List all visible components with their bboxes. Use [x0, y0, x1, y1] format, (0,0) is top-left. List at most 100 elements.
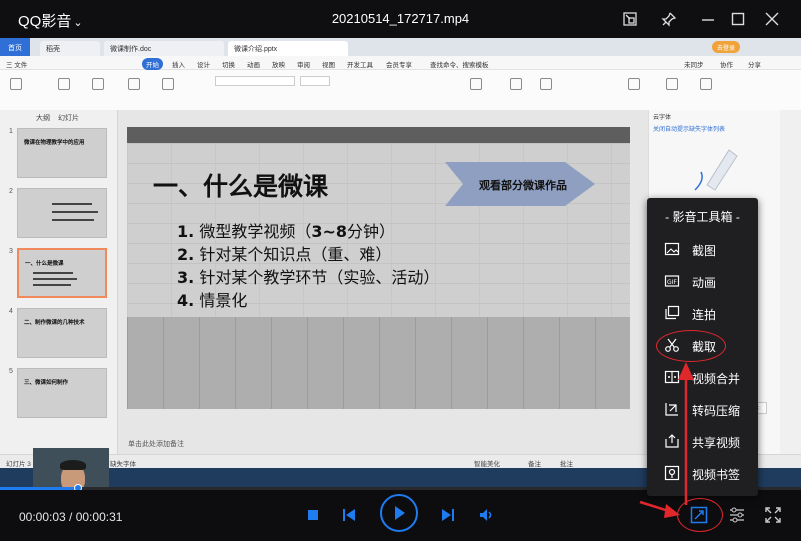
pen-illustration-icon	[694, 149, 738, 191]
select-icon	[700, 78, 712, 90]
wps-menu-item: 三 文件	[6, 62, 28, 69]
wps-menu-item: 视图	[322, 62, 335, 69]
play-button[interactable]	[380, 494, 418, 532]
slide-thumbnail-selected: 一、什么是微课	[17, 248, 107, 298]
picture-icon	[540, 78, 552, 90]
previous-icon	[343, 509, 355, 521]
status-notes: 备注	[528, 461, 541, 468]
slide-thumbnail: 二、制作微课的几种技术	[17, 308, 107, 358]
webcam-overlay	[33, 448, 109, 490]
slide-thumbnail-pane: 大纲 幻灯片 1 微课在物理教学中的应用 2 3 一、什么是微课 4 二、制作微…	[0, 110, 118, 462]
status-slide-number: 幻灯片 3	[6, 461, 31, 468]
wps-menu-item: 协作	[720, 62, 733, 69]
wps-menu-item: 设计	[197, 62, 210, 69]
qq-player-window: QQ影音 ⌄ 20210514_172717.mp4 首页 稻壳 微课制作.doc…	[0, 0, 801, 541]
slide-bullet-list: 1. 微型教学视频（3~8分钟） 2. 针对某个知识点（重、难） 3. 针对某个…	[177, 220, 439, 312]
mini-mode-icon	[623, 12, 637, 26]
wps-menu-item: 开发工具	[347, 62, 373, 69]
volume-button[interactable]	[477, 506, 495, 524]
time-display: 00:00:03 / 00:00:31	[19, 510, 123, 524]
wps-tab-docer: 稻壳	[40, 41, 100, 56]
fullscreen-icon	[765, 507, 781, 523]
mini-mode-button[interactable]	[620, 9, 640, 29]
previous-button[interactable]	[341, 507, 357, 523]
maximize-button[interactable]	[728, 9, 748, 29]
close-icon	[765, 12, 779, 26]
wps-menu-item: 插入	[172, 62, 185, 69]
wps-menu-item: 切换	[222, 62, 235, 69]
wps-tab-pptx: 微课介绍.pptx	[228, 41, 348, 56]
wps-login-badge: 去登录	[712, 41, 741, 53]
play-icon	[395, 506, 405, 520]
play-slide-icon	[92, 78, 104, 90]
burst-icon	[664, 305, 680, 321]
wps-menu-item: 动画	[247, 62, 260, 69]
font-name-box	[215, 76, 295, 86]
outline-tab: 大纲	[36, 115, 50, 122]
find-icon	[666, 78, 678, 90]
right-side-toolbar	[780, 110, 801, 462]
file-title: 20210514_172717.mp4	[331, 11, 470, 26]
wps-menu-item: 开始	[142, 58, 163, 70]
settings-button[interactable]	[727, 505, 747, 525]
wps-search: 查找命令、搜索模板	[430, 62, 489, 69]
textbox-icon	[510, 78, 522, 90]
status-missing-font: 缺失字体	[110, 461, 136, 468]
svg-text:GIF: GIF	[667, 279, 677, 286]
tool-gif[interactable]: GIF 动画	[647, 267, 758, 295]
pin-icon	[661, 12, 677, 27]
current-slide: 一、什么是微课 观看部分微课作品 1. 微型教学视频（3~8分钟） 2. 针对某…	[127, 127, 630, 409]
title-bar: QQ影音 ⌄ 20210514_172717.mp4	[0, 0, 801, 38]
status-beautify: 智能美化	[474, 461, 500, 468]
wps-menu-item: 会员专享	[386, 62, 412, 69]
slide-thumbnail: 三、微课如何制作	[17, 368, 107, 418]
slides-tab: 幻灯片	[58, 115, 79, 122]
annotation-arrows	[639, 362, 694, 518]
fullscreen-button[interactable]	[763, 505, 783, 525]
slide-bullet: 1. 微型教学视频（3~8分钟）	[177, 222, 396, 241]
slide-title: 一、什么是微课	[153, 172, 329, 201]
wps-menu-item: 未同步	[684, 62, 704, 69]
stop-button[interactable]	[306, 508, 320, 522]
format-painter-icon	[58, 78, 70, 90]
wps-menu-item: 审阅	[297, 62, 310, 69]
gif-icon: GIF	[664, 273, 680, 289]
next-button[interactable]	[440, 507, 456, 523]
screenshot-icon	[664, 241, 680, 257]
maximize-icon	[731, 12, 745, 26]
notes-placeholder: 单击此处添加备注	[128, 441, 184, 448]
presenter-icon	[628, 78, 640, 90]
wps-menu-item: 分享	[748, 62, 761, 69]
slide-thumbnail	[17, 188, 107, 238]
wps-tab-bar: 首页 稻壳 微课制作.doc 微课介绍.pptx 去登录	[0, 38, 801, 56]
cloud-font-title: 云字体	[653, 115, 672, 121]
minimize-button[interactable]	[698, 9, 718, 29]
slide-bullet: 3. 针对某个教学环节（实验、活动）	[177, 268, 440, 287]
layout-icon	[162, 78, 174, 90]
settings-icon	[730, 507, 744, 523]
toolbox-title: - 影音工具箱 -	[665, 210, 740, 224]
volume-icon	[480, 509, 492, 521]
cloud-font-link: 关闭自动提示缺失字体列表	[653, 127, 726, 133]
slide-bullet: 2. 针对某个知识点（重、难）	[177, 245, 392, 264]
close-button[interactable]	[762, 9, 782, 29]
wps-tab-home: 首页	[0, 38, 30, 56]
tool-screenshot[interactable]: 截图	[647, 235, 758, 263]
minimize-icon	[702, 19, 714, 21]
font-size-box	[300, 76, 330, 86]
wps-menu-item: 放映	[272, 62, 285, 69]
slide-arrow-text: 观看部分微课作品	[479, 179, 567, 192]
slide-bullet: 4. 情景化	[177, 291, 248, 310]
status-comments: 批注	[560, 461, 573, 468]
wps-menu-bar: 三 文件 开始 插入 设计 切换 动画 放映 审阅 视图 开发工具 会员专享 查…	[0, 56, 801, 70]
paste-icon	[10, 78, 22, 90]
next-icon	[442, 509, 454, 521]
slide-editor: 一、什么是微课 观看部分微课作品 1. 微型教学视频（3~8分钟） 2. 针对某…	[118, 110, 648, 462]
stop-icon	[308, 510, 318, 520]
tool-burst[interactable]: 连拍	[647, 299, 758, 327]
slide-thumbnail: 微课在物理教学中的应用	[17, 128, 107, 178]
pin-button[interactable]	[659, 9, 679, 29]
wps-tab-doc: 微课制作.doc	[104, 41, 224, 56]
shape-icon	[470, 78, 482, 90]
new-slide-icon	[128, 78, 140, 90]
